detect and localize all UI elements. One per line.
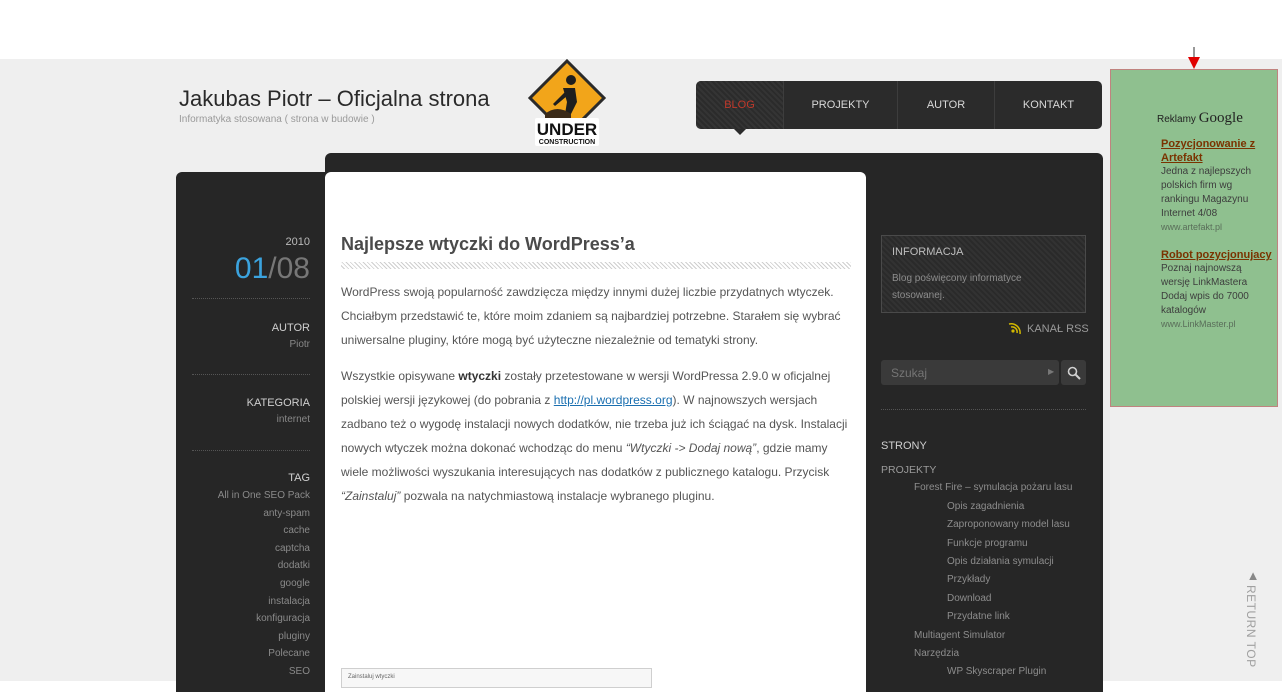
tag-link[interactable]: konfiguracja: [190, 610, 310, 628]
page-link[interactable]: Multiagent Simulator: [881, 627, 1096, 645]
category-label: KATEGORIA: [246, 397, 310, 409]
nav-item-kontakt[interactable]: KONTAKT: [995, 81, 1102, 129]
tag-link[interactable]: instalacja: [190, 593, 310, 611]
tag-link[interactable]: google: [190, 575, 310, 593]
tag-link[interactable]: dodatki: [190, 557, 310, 575]
text-run: pozwala na natychmiastową instalacje wyb…: [400, 489, 715, 503]
tag-link[interactable]: captcha: [190, 540, 310, 558]
text-run: Wszystkie opisywane: [341, 369, 459, 383]
post-month: 08: [276, 252, 310, 285]
ad-unit: Robot pozycjonujacy Poznaj najnowszą wer…: [1161, 248, 1273, 330]
search-button[interactable]: [1061, 360, 1086, 385]
site-tagline: Informatyka stosowana ( strona w budowie…: [179, 114, 375, 125]
site-title[interactable]: Jakubas Piotr – Oficjalna strona: [179, 86, 490, 112]
search-arrow-icon: ▶: [1048, 367, 1055, 376]
post-day: 01: [234, 252, 269, 285]
nav-item-projekty[interactable]: PROJEKTY: [784, 81, 898, 129]
info-text: Blog poświęcony informatyce stosowanej.: [892, 273, 1022, 301]
thumbnail-caption: Zainstaluj wtyczki: [348, 674, 395, 680]
info-widget: INFORMACJA Blog poświęcony informatyce s…: [881, 235, 1086, 313]
return-top-button[interactable]: ▲ RETURN TOP: [1244, 568, 1262, 668]
ad-url[interactable]: www.LinkMaster.pl: [1161, 318, 1273, 330]
wordpress-link[interactable]: http://pl.wordpress.org: [554, 393, 673, 407]
meta-divider: [192, 450, 310, 451]
page-link[interactable]: Narzędzia: [881, 645, 1096, 663]
badge-construction-text: CONSTRUCTION: [539, 139, 595, 146]
under-construction-icon: UNDER CONSTRUCTION: [527, 58, 607, 146]
author-label: AUTOR: [271, 322, 310, 334]
return-top-label: RETURN TOP: [1244, 585, 1258, 668]
nav-item-blog[interactable]: BLOG: [696, 81, 784, 135]
post-screenshot-thumbnail[interactable]: Zainstaluj wtyczki: [341, 668, 652, 688]
page-link[interactable]: Przykłady: [881, 571, 1096, 589]
post-title[interactable]: Najlepsze wtyczki do WordPress’a: [341, 234, 635, 255]
meta-divider: [192, 374, 310, 375]
title-divider: [341, 262, 851, 269]
author-block: AUTOR Piotr: [190, 322, 310, 350]
arrow-down-icon: [1188, 47, 1200, 69]
category-link[interactable]: internet: [190, 414, 310, 425]
search-input[interactable]: [881, 360, 1059, 385]
pages-heading: STRONY: [881, 440, 927, 452]
page-link[interactable]: Download: [881, 590, 1096, 608]
search-icon: [1067, 366, 1081, 380]
page-link[interactable]: Opis zagadnienia: [881, 498, 1096, 516]
tag-link[interactable]: Polecane: [190, 645, 310, 663]
category-block: KATEGORIA internet: [190, 397, 310, 425]
post-year: 2010: [285, 236, 310, 248]
ads-prefix: Reklamy: [1157, 114, 1196, 125]
post-paragraph-1: WordPress swoją popularność zawdzięcza m…: [341, 285, 841, 347]
ad-unit: Pozycjonowanie z Artefakt Jedna z najlep…: [1161, 137, 1273, 233]
button-name-text: “Zainstaluj”: [341, 489, 401, 503]
post-paragraph-2: Wszystkie opisywane wtyczki zostały prze…: [341, 364, 853, 508]
tag-list: TAG All in One SEO Pack anty-spam cache …: [190, 472, 310, 681]
page-link[interactable]: Zaproponowany model lasu: [881, 516, 1096, 534]
arrow-up-icon: ▲: [1246, 568, 1260, 583]
ad-body: Poznaj najnowszą wersję LinkMastera Doda…: [1161, 263, 1249, 316]
google-logo: Google: [1198, 110, 1243, 126]
page-link[interactable]: Przydatne link: [881, 608, 1096, 626]
rss-link[interactable]: KANAŁ RSS: [1008, 322, 1089, 336]
rss-icon: [1008, 323, 1021, 335]
post-date: 01/08: [190, 252, 310, 286]
bold-text: wtyczki: [458, 369, 502, 383]
nav-item-autor[interactable]: AUTOR: [898, 81, 995, 129]
tag-link[interactable]: All in One SEO Pack: [190, 487, 310, 505]
ad-url[interactable]: www.artefakt.pl: [1161, 221, 1273, 233]
page-link[interactable]: Opis działania symulacji: [881, 553, 1096, 571]
ad-title-link[interactable]: Pozycjonowanie z Artefakt: [1161, 137, 1273, 165]
sidebar-divider: [881, 409, 1086, 410]
tag-link[interactable]: pluginy: [190, 628, 310, 646]
page-link[interactable]: WP Skyscraper Plugin: [881, 663, 1096, 681]
date-slash: /: [268, 252, 277, 285]
tag-link[interactable]: anty-spam: [190, 505, 310, 523]
tag-link[interactable]: SEO: [190, 663, 310, 681]
info-title: INFORMACJA: [892, 246, 964, 258]
page-link[interactable]: Forest Fire – symulacja pożaru lasu: [881, 479, 1096, 497]
author-link[interactable]: Piotr: [190, 339, 310, 350]
page-link[interactable]: Funkcje programu: [881, 535, 1096, 553]
pages-list: PROJEKTY Forest Fire – symulacja pożaru …: [881, 461, 1096, 682]
tag-label: TAG: [288, 472, 310, 484]
main-nav: BLOG PROJEKTY AUTOR KONTAKT: [696, 81, 1102, 135]
menu-path-text: “Wtyczki -> Dodaj nową”: [625, 441, 757, 455]
badge-under-text: UNDER: [537, 120, 597, 139]
tag-link[interactable]: cache: [190, 522, 310, 540]
ads-by-google-label[interactable]: Reklamy Google: [1157, 110, 1243, 127]
meta-divider: [192, 298, 310, 299]
page-link[interactable]: PROJEKTY: [881, 461, 1096, 479]
ad-body: Jedna z najlepszych polskich firm wg ran…: [1161, 166, 1252, 219]
ad-title-link[interactable]: Robot pozycjonujacy: [1161, 248, 1273, 262]
rss-label: KANAŁ RSS: [1027, 323, 1089, 335]
